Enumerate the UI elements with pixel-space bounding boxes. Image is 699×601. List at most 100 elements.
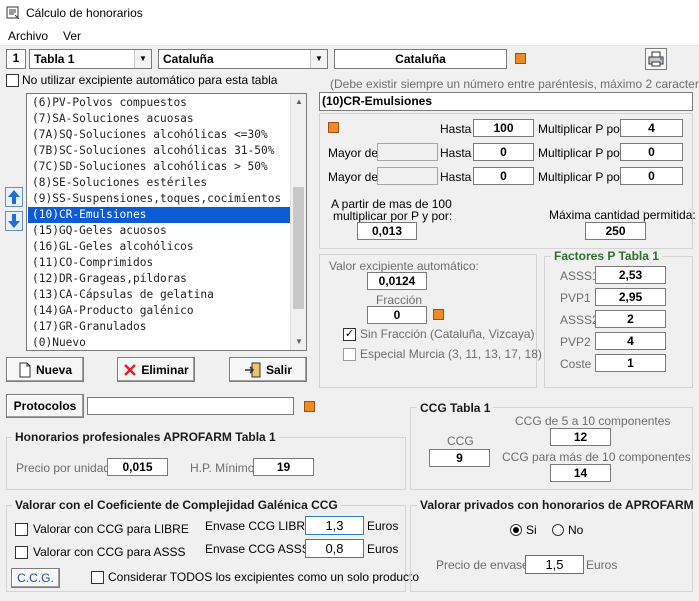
move-down-arrow-icon[interactable] <box>5 211 23 231</box>
list-item[interactable]: (10)CR-Emulsiones <box>28 207 290 223</box>
menu-archivo[interactable]: Archivo <box>8 29 48 43</box>
ccg-5-10-field[interactable]: 12 <box>550 428 611 446</box>
fraction-color-button[interactable] <box>433 309 444 320</box>
printer-icon[interactable] <box>645 48 667 70</box>
region-color-button[interactable] <box>515 53 526 64</box>
menu-bar: Archivo Ver <box>0 26 699 46</box>
list-item[interactable]: (7A)SQ-Soluciones alcohólicas <=30% <box>28 127 290 143</box>
list-item[interactable]: (0)Nuevo <box>28 335 290 350</box>
delete-button[interactable]: Eliminar <box>117 357 195 382</box>
chevron-down-icon[interactable]: ▼ <box>310 50 327 68</box>
precio-envase-euros: Euros <box>586 558 618 572</box>
list-item[interactable]: (15)GQ-Geles acuosos <box>28 223 290 239</box>
list-item[interactable]: (12)DR-Grageas,píldoras <box>28 271 290 287</box>
precio-envase-field[interactable]: 1,5 <box>525 555 584 574</box>
hp-min-field[interactable]: 19 <box>253 458 314 476</box>
mult-field-3[interactable]: 0 <box>620 167 683 185</box>
ccg-libre-label: Valorar con CCG para LIBRE <box>33 522 189 536</box>
ccg-10-plus-field[interactable]: 14 <box>550 464 611 482</box>
envase-asss-euros: Euros <box>367 542 399 556</box>
precio-envase-label: Precio de envase: <box>436 558 533 572</box>
move-up-arrow-icon[interactable] <box>5 187 23 207</box>
scroll-down-icon[interactable]: ▼ <box>291 334 306 350</box>
hasta-field-2[interactable]: 0 <box>473 143 534 161</box>
list-item[interactable]: (16)GL-Geles alcohólicos <box>28 239 290 255</box>
murcia-checkbox[interactable] <box>343 348 356 361</box>
new-button[interactable]: Nueva <box>6 357 84 382</box>
factor-field[interactable]: 2 <box>595 310 666 328</box>
fraction-field[interactable]: 0 <box>367 306 427 324</box>
envase-asss-label: Envase CCG ASSS: <box>205 542 314 556</box>
multipliers-color-button[interactable] <box>328 122 339 133</box>
mayor-field-2[interactable] <box>377 143 438 161</box>
new-button-label: Nueva <box>35 362 73 377</box>
list-item[interactable]: (13)CA-Cápsulas de gelatina <box>28 287 290 303</box>
envase-asss-field[interactable]: 0,8 <box>305 539 364 558</box>
sin-fraccion-label: Sin Fracción (Cataluña, Vizcaya) <box>360 327 535 341</box>
privados-no-label: No <box>568 523 584 537</box>
protocols-button[interactable]: Protocolos <box>6 394 84 418</box>
privados-si-radio[interactable] <box>510 524 522 536</box>
privados-no-radio[interactable] <box>552 524 564 536</box>
privados-si-label: Si <box>526 523 537 537</box>
factor-field[interactable]: 2,95 <box>595 288 666 306</box>
factor-field[interactable]: 4 <box>595 332 666 350</box>
factor-field[interactable]: 1 <box>595 354 666 372</box>
unit-price-label: Precio por unidad: <box>16 461 114 475</box>
hasta-label-3: Hasta <box>440 170 472 184</box>
list-item[interactable]: (7C)SD-Soluciones alcohólicas > 50% <box>28 159 290 175</box>
auto-excipient-field[interactable]: 0,0124 <box>367 272 427 290</box>
list-item[interactable]: (7)SA-Soluciones acuosas <box>28 111 290 127</box>
protocols-color-button[interactable] <box>304 401 315 412</box>
table-name-field[interactable]: (10)CR-Emulsiones <box>319 92 693 111</box>
no-auto-excipient-checkbox[interactable] <box>6 74 19 87</box>
new-document-icon <box>19 362 31 377</box>
mult-label-3: Multiplicar P por: <box>538 170 628 184</box>
list-scrollbar[interactable]: ▲ ▼ <box>290 94 306 350</box>
list-item[interactable]: (6)PV-Polvos compuestos <box>28 95 290 111</box>
protocols-button-label: Protocolos <box>13 399 77 413</box>
unit-price-field[interactable]: 0,015 <box>107 458 168 476</box>
ccg-tabla-title: CCG Tabla 1 <box>417 401 494 415</box>
from-value-field[interactable]: 0,013 <box>357 222 417 240</box>
exit-door-icon <box>244 362 261 377</box>
list-item[interactable]: (17)GR-Granulados <box>28 319 290 335</box>
auto-excipient-label: Valor excipiente automático: <box>329 259 479 273</box>
menu-ver[interactable]: Ver <box>63 29 81 43</box>
factor-field[interactable]: 2,53 <box>595 266 666 284</box>
ccg-libre-checkbox[interactable] <box>15 523 28 536</box>
list-item[interactable]: (9)SS-Suspensiones,toques,cocimientos <box>28 191 290 207</box>
ccg-button[interactable]: C.C.G. <box>11 568 60 588</box>
list-item[interactable]: (8)SE-Soluciones estériles <box>28 175 290 191</box>
mayor-label-2: Mayor de <box>328 146 379 160</box>
scroll-up-icon[interactable]: ▲ <box>291 94 306 110</box>
mult-label-1: Multiplicar P por: <box>538 122 628 136</box>
max-quantity-field[interactable]: 250 <box>585 222 646 240</box>
hasta-label-2: Hasta <box>440 146 472 160</box>
list-item[interactable]: (11)CO-Comprimidos <box>28 255 290 271</box>
mult-field-1[interactable]: 4 <box>620 119 683 137</box>
region-select-value: Cataluña <box>163 52 214 66</box>
table-select[interactable]: Tabla 1 ▼ <box>29 49 152 69</box>
sin-fraccion-checkbox[interactable]: ✓ <box>343 328 356 341</box>
envase-libre-field[interactable]: 1,3 <box>305 516 364 535</box>
pharmaceutical-forms-list[interactable]: (6)PV-Polvos compuestos (7)SA-Soluciones … <box>26 93 307 351</box>
todos-excipientes-checkbox[interactable] <box>91 571 104 584</box>
ccg-field[interactable]: 9 <box>429 449 490 467</box>
hasta-label-1: Hasta <box>440 122 472 136</box>
envase-libre-label: Envase CCG LIBRE: <box>205 519 317 533</box>
mayor-field-3[interactable] <box>377 167 438 185</box>
region-select[interactable]: Cataluña ▼ <box>158 49 328 69</box>
list-item[interactable]: (7B)SC-Soluciones alcohólicas 31-50% <box>28 143 290 159</box>
scroll-thumb[interactable] <box>293 187 304 309</box>
list-item[interactable]: (14)GA-Producto galénico <box>28 303 290 319</box>
hasta-field-1[interactable]: 100 <box>473 119 534 137</box>
protocols-field[interactable] <box>87 397 294 415</box>
ccg-button-label: C.C.G. <box>17 571 54 585</box>
chevron-down-icon[interactable]: ▼ <box>134 50 151 68</box>
exit-button[interactable]: Salir <box>229 357 307 382</box>
hasta-field-3[interactable]: 0 <box>473 167 534 185</box>
mult-field-2[interactable]: 0 <box>620 143 683 161</box>
ccg-asss-checkbox[interactable] <box>15 546 28 559</box>
factor-label: PVP2 <box>560 335 591 349</box>
